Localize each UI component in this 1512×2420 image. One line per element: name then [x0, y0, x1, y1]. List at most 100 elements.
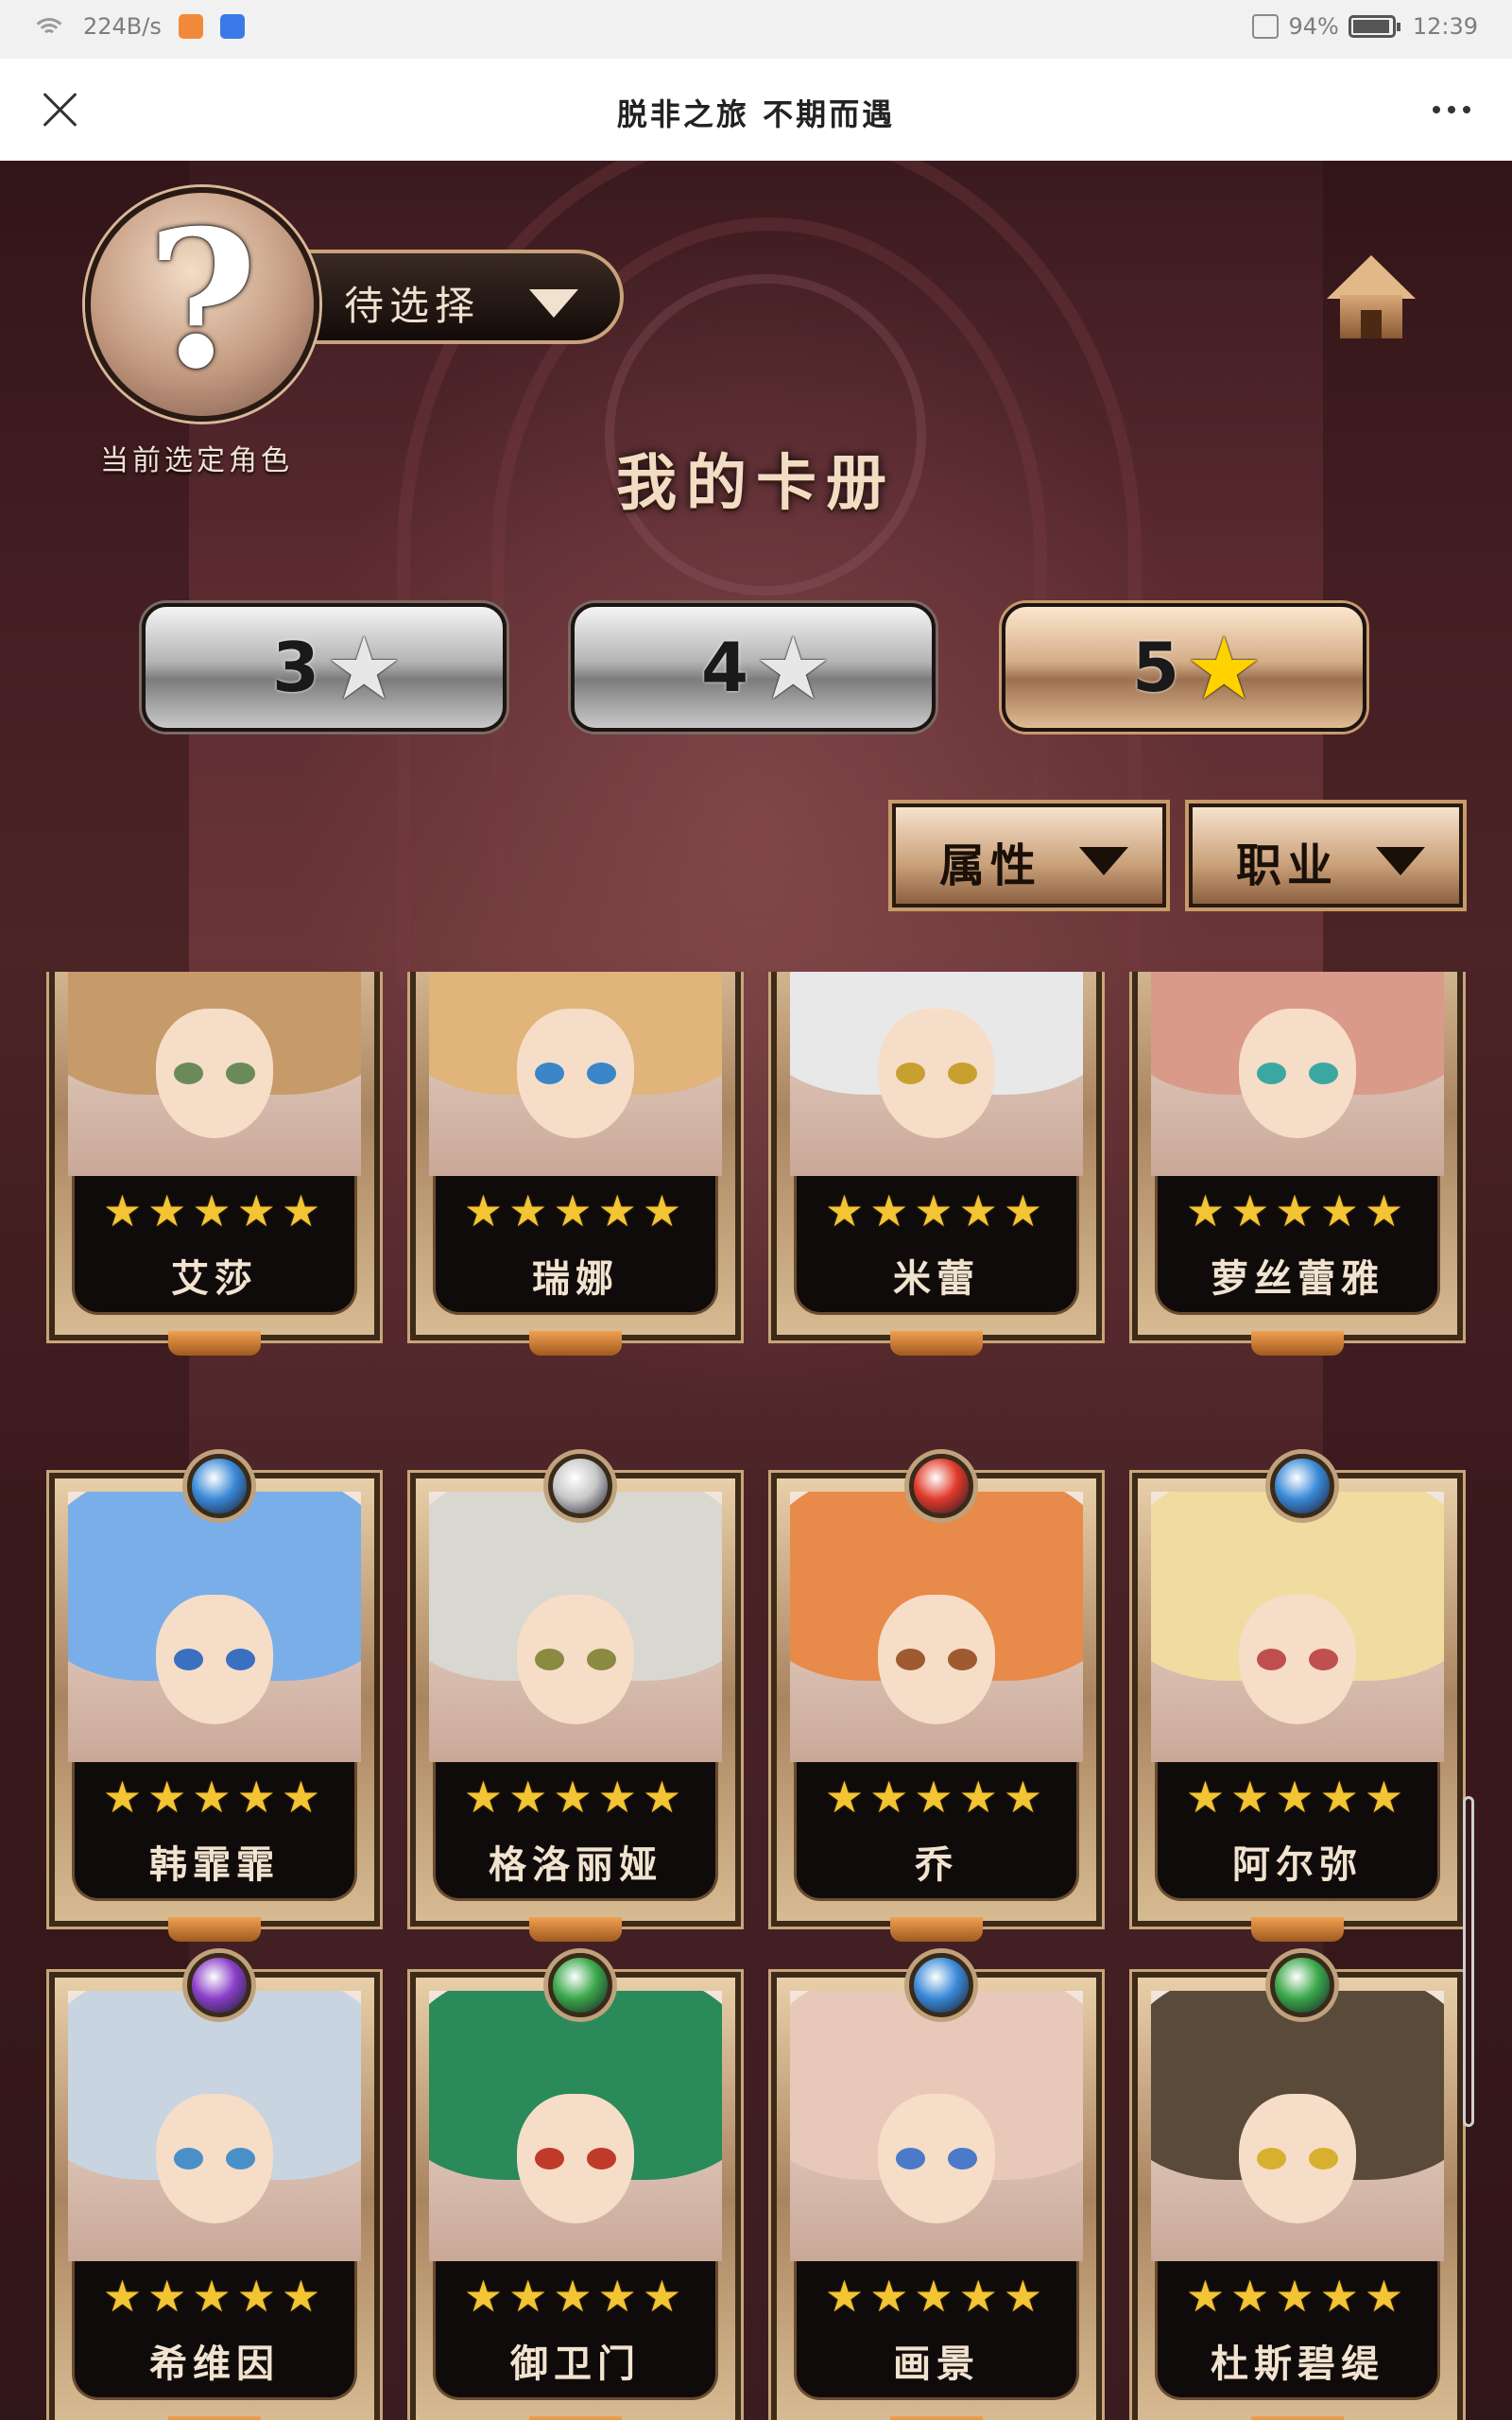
star-rating: ★★★★★: [1185, 1185, 1410, 1236]
character-card[interactable]: ★★★★★ 希维因: [46, 1953, 383, 2420]
character-card[interactable]: ★★★★★ 画景: [768, 1953, 1105, 2420]
character-portrait: [68, 972, 361, 1176]
element-crest-icon: [909, 1953, 973, 2017]
card-bottom-tab: [168, 1917, 261, 1942]
star-rating: ★★★★★: [102, 1772, 327, 1823]
card-bottom-tab: [168, 1331, 261, 1356]
element-crest-icon: [187, 1953, 251, 2017]
star-icon: ★: [1185, 618, 1263, 719]
star-rating: ★★★★★: [1185, 2271, 1410, 2322]
character-card[interactable]: ★★★★★ 阿尔弥: [1129, 1454, 1466, 1942]
wifi-icon: [31, 14, 67, 39]
character-card[interactable]: ★★★★★ 格洛丽娅: [407, 1454, 744, 1942]
element-crest-icon: [1270, 1454, 1334, 1518]
chevron-down-icon: [1079, 847, 1128, 875]
character-name: 艾莎: [171, 1257, 258, 1301]
character-name: 御卫门: [510, 2342, 641, 2386]
element-crest-icon: [909, 1454, 973, 1518]
tab-label: 4: [701, 628, 749, 707]
card-bottom-tab: [890, 2416, 983, 2420]
star-rating: ★★★★★: [102, 2271, 327, 2322]
card-bottom-tab: [529, 1917, 622, 1942]
card-nameplate: ★★★★★ 萝丝蕾雅: [1155, 1176, 1440, 1315]
star-rating: ★★★★★: [824, 2271, 1049, 2322]
card-nameplate: ★★★★★ 阿尔弥: [1155, 1762, 1440, 1901]
character-select-dropdown[interactable]: 待选择: [284, 250, 624, 344]
character-portrait: [1151, 1991, 1444, 2261]
character-portrait: [1151, 972, 1444, 1176]
tab-3-star[interactable]: 3 ★: [142, 603, 507, 732]
character-portrait: [68, 1492, 361, 1762]
character-portrait: [429, 972, 722, 1176]
character-portrait: [68, 1991, 361, 2261]
character-card[interactable]: ★★★★★ 艾莎: [46, 972, 383, 1356]
card-nameplate: ★★★★★ 韩霏霏: [72, 1762, 357, 1901]
more-icon[interactable]: [1433, 106, 1470, 113]
character-portrait: [429, 1492, 722, 1762]
star-rating: ★★★★★: [1185, 1772, 1410, 1823]
character-name: 乔: [915, 1843, 958, 1887]
character-card[interactable]: ★★★★★ 萝丝蕾雅: [1129, 972, 1466, 1356]
character-card[interactable]: ★★★★★ 御卫门: [407, 1953, 744, 2420]
character-select-value: 待选择: [344, 283, 481, 329]
app-notification-icon: [219, 14, 245, 39]
card-nameplate: ★★★★★ 乔: [794, 1762, 1079, 1901]
element-crest-icon: [1270, 1953, 1334, 2017]
scrollbar[interactable]: [1463, 1796, 1474, 2127]
star-rating: ★★★★★: [463, 1185, 688, 1236]
character-card[interactable]: ★★★★★ 乔: [768, 1454, 1105, 1942]
character-card[interactable]: ★★★★★ 杜斯碧缇: [1129, 1953, 1466, 2420]
tab-label: 5: [1132, 628, 1180, 707]
card-nameplate: ★★★★★ 画景: [794, 2261, 1079, 2400]
vibrate-icon: [1252, 14, 1280, 39]
character-card[interactable]: ★★★★★ 瑞娜: [407, 972, 744, 1356]
character-name: 萝丝蕾雅: [1211, 1257, 1384, 1301]
card-bottom-tab: [890, 1917, 983, 1942]
card-nameplate: ★★★★★ 米蕾: [794, 1176, 1079, 1315]
profession-filter-dropdown[interactable]: 职业: [1189, 804, 1463, 908]
character-name: 希维因: [149, 2342, 280, 2386]
element-crest-icon: [548, 1953, 612, 2017]
character-card[interactable]: ★★★★★ 韩霏霏: [46, 1454, 383, 1942]
star-rating: ★★★★★: [824, 1772, 1049, 1823]
star-rating: ★★★★★: [102, 1185, 327, 1236]
card-nameplate: ★★★★★ 瑞娜: [433, 1176, 718, 1315]
star-icon: ★: [754, 618, 833, 719]
character-name: 瑞娜: [532, 1257, 619, 1301]
card-nameplate: ★★★★★ 希维因: [72, 2261, 357, 2400]
card-nameplate: ★★★★★ 艾莎: [72, 1176, 357, 1315]
attribute-filter-dropdown[interactable]: 属性: [892, 804, 1166, 908]
status-bar: 224B/s 94% 12:39: [0, 0, 1512, 59]
card-bottom-tab: [529, 1331, 622, 1356]
current-character-avatar[interactable]: ?: [85, 187, 319, 422]
star-rating: ★★★★★: [463, 1772, 688, 1823]
tab-label: 3: [272, 628, 320, 707]
character-name: 格洛丽娅: [489, 1843, 662, 1887]
app-notification-icon: [178, 14, 203, 39]
question-mark-icon: ?: [146, 189, 258, 411]
clock: 12:39: [1412, 13, 1478, 40]
character-portrait: [1151, 1492, 1444, 1762]
card-grid[interactable]: ★★★★★ 艾莎 ★★★★★ 瑞娜 ★★★★★ 米蕾 ★★★★★ 萝丝蕾雅 ★★★★★ 韩霏霏 ★★…: [0, 972, 1512, 2420]
star-rating: ★★★★★: [463, 2271, 688, 2322]
character-card[interactable]: ★★★★★ 米蕾: [768, 972, 1105, 1356]
profession-filter-label: 职业: [1236, 839, 1339, 892]
tab-5-star[interactable]: 5 ★: [1002, 603, 1366, 732]
card-album-view: ? 待选择 当前选定角色 我的卡册 3 ★ 4 ★ 5 ★ 属性 职业 ★★★★…: [0, 161, 1512, 2420]
card-nameplate: ★★★★★ 格洛丽娅: [433, 1762, 718, 1901]
home-icon[interactable]: [1327, 255, 1416, 344]
character-name: 米蕾: [893, 1257, 980, 1301]
card-nameplate: ★★★★★ 杜斯碧缇: [1155, 2261, 1440, 2400]
network-speed: 224B/s: [83, 13, 162, 40]
character-portrait: [790, 972, 1083, 1176]
star-rating: ★★★★★: [824, 1185, 1049, 1236]
attribute-filter-label: 属性: [939, 839, 1042, 892]
card-bottom-tab: [168, 2416, 261, 2420]
element-crest-icon: [187, 1454, 251, 1518]
battery-percent: 94%: [1288, 13, 1339, 40]
tab-4-star[interactable]: 4 ★: [571, 603, 936, 732]
page-title: 脱非之旅 不期而遇: [616, 96, 896, 132]
character-name: 杜斯碧缇: [1211, 2342, 1384, 2386]
chevron-down-icon: [529, 289, 578, 318]
character-portrait: [790, 1991, 1083, 2261]
